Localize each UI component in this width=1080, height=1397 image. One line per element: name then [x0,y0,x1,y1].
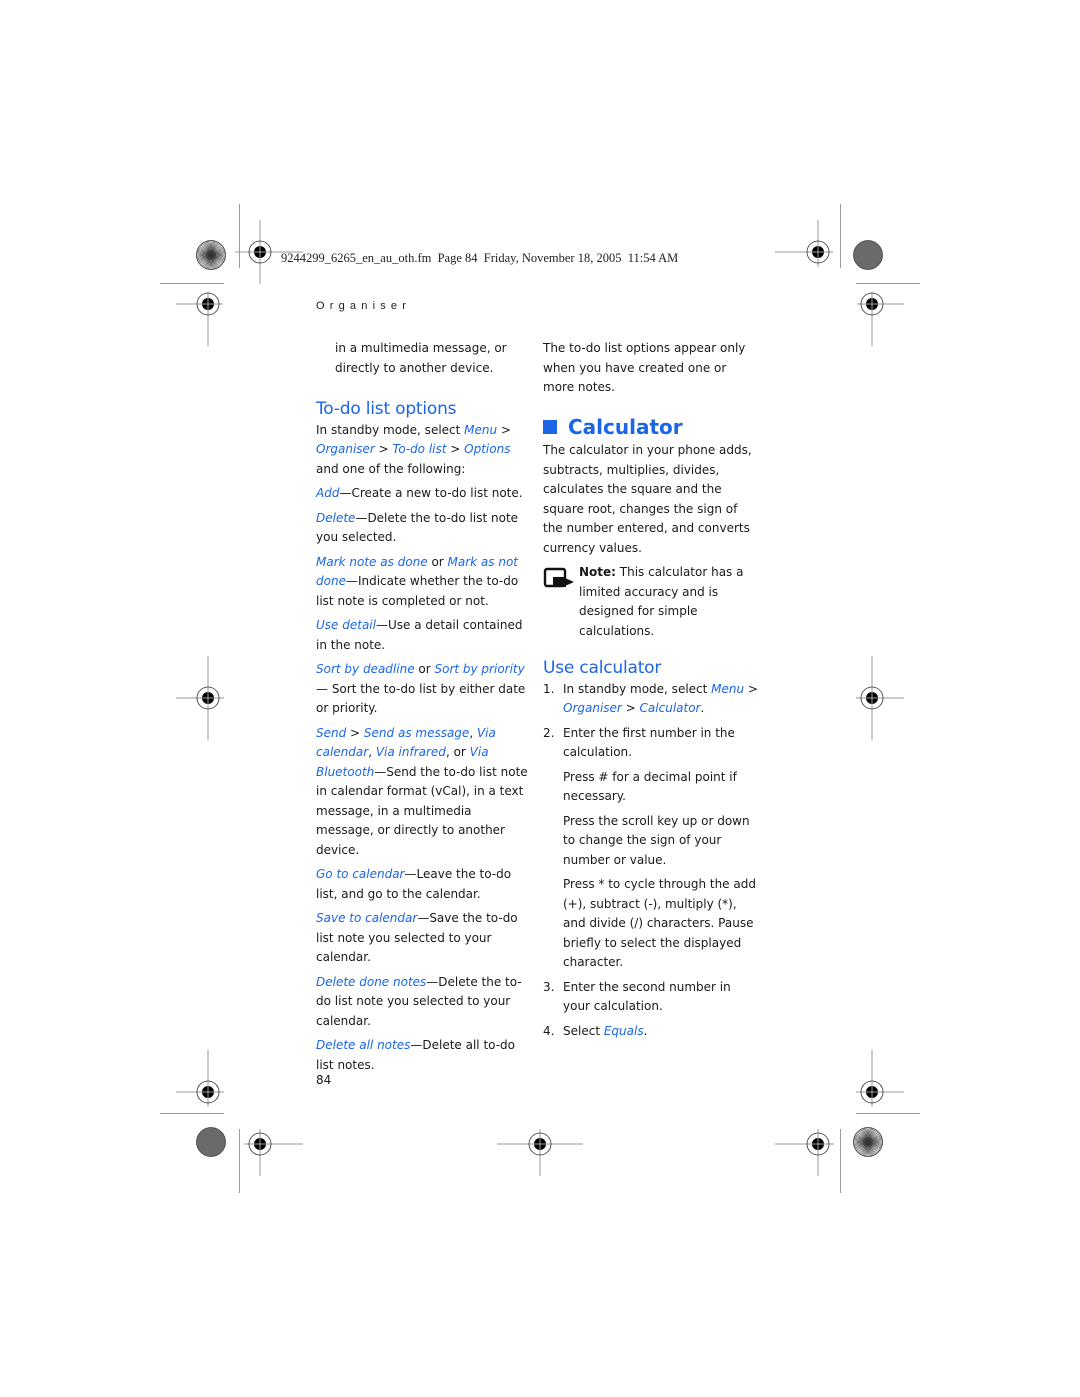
note-icon [543,563,579,641]
section-square-icon [543,420,557,435]
use-calculator-heading: Use calculator [543,658,662,678]
text: , [469,725,477,740]
continuation-text: in a multimedia message, or directly to … [335,341,507,375]
registration-mark-icon [856,1050,904,1107]
step-number: 2. [543,725,555,740]
right-column: The to-do list options appear only when … [543,339,758,1046]
note-label: Note: [579,565,616,579]
text: > [744,681,758,696]
option-save-to-calendar: Save to calendar—Save the to-do list not… [316,909,531,968]
step-number: 1. [543,681,555,696]
gray-target-icon [853,240,883,270]
option-sort: Sort by deadline or Sort by priority — So… [316,660,531,719]
text: and one of the following: [316,461,466,476]
option-delete: Delete—Delete the to-do list note you se… [316,509,531,548]
option-link[interactable]: Delete all notes [316,1038,410,1052]
registration-mark-icon [497,1129,583,1176]
option-link[interactable]: Mark note as done [316,555,428,569]
text: > [497,422,511,437]
text: > [374,442,393,456]
option-link[interactable]: Add [316,486,339,500]
left-column: in a multimedia message, or directly to … [316,339,531,1080]
option-link[interactable]: Delete [316,511,355,525]
registration-mark-icon [176,292,223,346]
gray-target-icon [196,1127,226,1157]
option-link[interactable]: Sort by priority [434,662,524,676]
text: > [346,725,364,740]
star-target-icon [196,240,226,270]
calculator-link[interactable]: Calculator [640,701,701,715]
calculator-heading: Calculator [543,414,758,439]
registration-mark-icon [244,1129,303,1176]
todo-availability-note: The to-do list options appear only when … [543,341,746,394]
option-link[interactable]: Send as message [364,726,469,740]
step-item: 1. In standby mode, select Menu > Organi… [543,680,758,719]
option-link[interactable]: Sort by deadline [316,662,415,676]
option-mark-done: Mark note as done or Mark as not done—In… [316,553,531,612]
text: In standby mode, select [563,681,712,696]
step-subtext: Press the scroll key up or down to chang… [563,813,750,867]
option-link[interactable]: Via infrared [376,745,446,759]
organiser-link[interactable]: Organiser [316,442,375,456]
star-target-icon [853,1127,883,1157]
option-delete-done: Delete done notes—Delete the to-do list … [316,973,531,1032]
option-desc: — Sort the to-do list by either date or … [316,681,526,716]
text: In standby mode, select [316,422,465,437]
text: Select [563,1023,604,1038]
text: or [427,554,448,569]
todo-list-link[interactable]: To-do list [393,442,447,456]
file-slug: 9244299_6265_en_au_oth.fm Page 84 Friday… [281,251,679,265]
equals-link[interactable]: Equals [604,1024,644,1038]
option-link[interactable]: Delete done notes [316,975,426,989]
option-link[interactable]: Go to calendar [316,867,405,881]
text: . [700,701,705,715]
page-number: 84 [316,1073,332,1087]
option-desc: —Indicate whether the to-do list note is… [316,574,519,608]
text: , or [445,745,470,759]
text: or [414,662,435,676]
option-link[interactable]: Send [316,726,346,740]
text: > [621,701,640,715]
option-desc: —Create a new to-do list note. [339,486,523,500]
option-go-to-calendar: Go to calendar—Leave the to-do list, and… [316,865,531,904]
step-text: Enter the first number in the calculatio… [563,725,735,760]
text: > [446,442,465,456]
step-number: 4. [543,1023,555,1038]
step-item: 4. Select Equals. [543,1022,758,1042]
menu-link[interactable]: Menu [711,682,744,696]
note-text: Note: This calculator has a limited accu… [579,563,758,641]
registration-mark-icon [176,656,224,740]
todo-options-heading: To-do list options [316,399,457,419]
step-item: 2. Enter the first number in the calcula… [543,724,758,973]
organiser-link[interactable]: Organiser [563,701,622,715]
calculator-heading-text: Calculator [568,414,683,439]
text: , [368,745,376,759]
option-link[interactable]: Save to calendar [316,911,417,925]
note-box: Note: This calculator has a limited accu… [543,563,758,641]
registration-mark-icon [856,656,904,740]
running-head: Organiser [316,300,412,312]
registration-mark-icon [857,292,904,346]
option-add: Add—Create a new to-do list note. [316,484,531,504]
option-send: Send > Send as message, Via calendar, Vi… [316,724,531,861]
option-use-detail: Use detail—Use a detail contained in the… [316,616,531,655]
calculator-intro: The calculator in your phone adds, subtr… [543,443,752,555]
step-subtext: Press # for a decimal point if necessary… [563,769,737,804]
step-number: 3. [543,979,555,994]
options-link[interactable]: Options [464,442,510,456]
menu-link[interactable]: Menu [464,423,497,437]
todo-intro: In standby mode, select Menu > Organiser… [316,421,531,480]
option-link[interactable]: Use detail [316,618,376,632]
note-icon-graphic [543,567,574,588]
step-item: 3. Enter the second number in your calcu… [543,978,758,1017]
option-delete-all: Delete all notes—Delete all to-do list n… [316,1036,531,1075]
step-text: Enter the second number in your calculat… [563,979,731,1014]
text: . [643,1023,648,1038]
calculator-steps: 1. In standby mode, select Menu > Organi… [543,680,758,1042]
step-subtext: Press * to cycle through the add (+), su… [563,877,756,969]
